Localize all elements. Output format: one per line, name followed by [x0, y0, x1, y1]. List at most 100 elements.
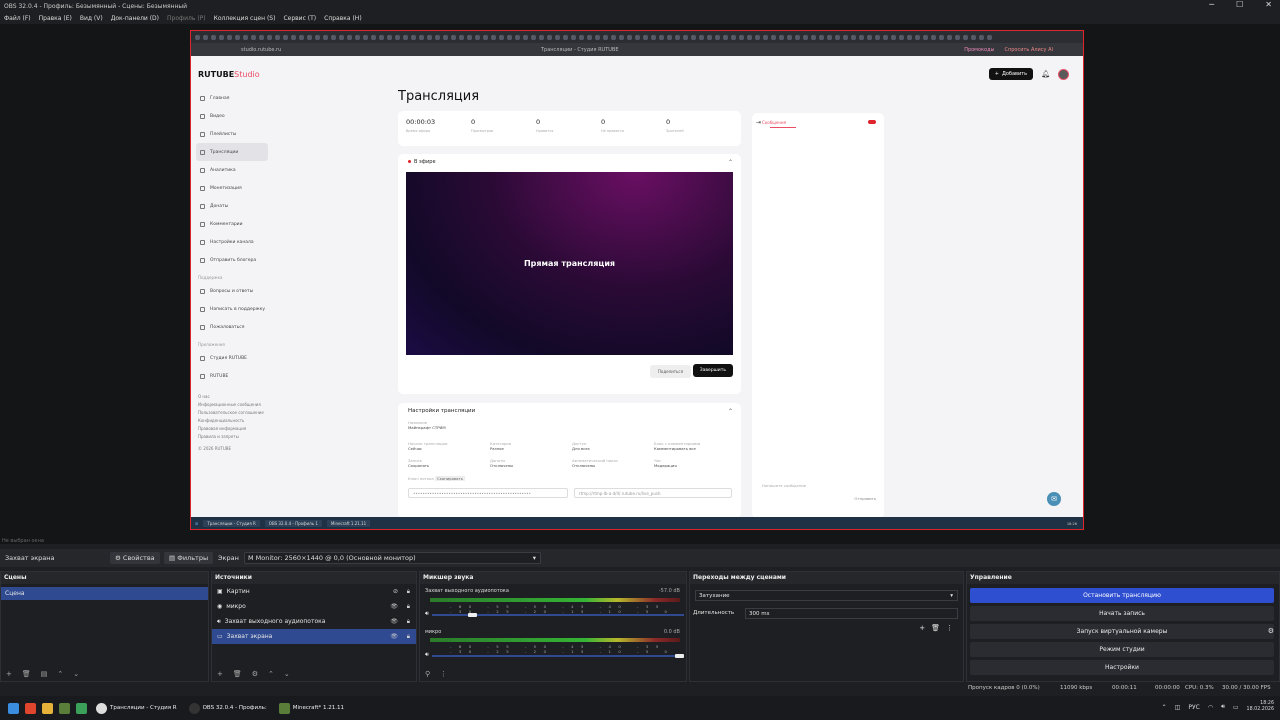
speaker-icon[interactable]: 🔊︎: [425, 651, 429, 659]
studio-mode-button[interactable]: Режим студии: [970, 642, 1274, 657]
screen-capture-source[interactable]: studio.rutube.ru Трансляции - Студия RUT…: [190, 30, 1084, 530]
network-icon[interactable]: ◫: [1175, 704, 1181, 711]
volume-slider-handle[interactable]: [468, 613, 478, 617]
gear-icon[interactable]: ⚙: [252, 670, 258, 678]
eye-icon[interactable]: 👁︎: [390, 603, 398, 610]
chevron-up-icon[interactable]: ⌃: [1162, 704, 1167, 711]
source-item[interactable]: 🔊︎ Захват выходного аудиопотока 👁︎ 🔒︎: [212, 614, 416, 629]
sidebar-item-studio-app[interactable]: Студия RUTUBE: [196, 349, 268, 367]
sidebar-item-analytics[interactable]: Аналитика: [196, 161, 268, 179]
arrow-up-icon[interactable]: ⌃: [57, 670, 63, 678]
sidebar-item-rutube-app[interactable]: RUTUBE: [196, 367, 268, 385]
rutube-logo[interactable]: RUTUBEStudio: [198, 70, 260, 79]
avatar[interactable]: [1058, 68, 1069, 80]
browser-tab-strip[interactable]: [191, 31, 1083, 43]
taskbar-item[interactable]: Трансляции - Студия R: [93, 702, 180, 714]
browser-address-bar[interactable]: studio.rutube.ru Трансляции - Студия RUT…: [191, 43, 1083, 56]
sidebar-item-video[interactable]: Видео: [196, 107, 268, 125]
speaker-icon[interactable]: 🔊︎: [425, 610, 429, 618]
trash-icon[interactable]: 🗑︎: [233, 670, 242, 678]
close-icon[interactable]: ✕: [1265, 0, 1272, 9]
trash-icon[interactable]: 🗑︎: [931, 624, 940, 632]
footer-link[interactable]: Конфиденциальность: [196, 417, 268, 425]
battery-icon[interactable]: ▭: [1233, 704, 1239, 711]
stream-key-input[interactable]: ••••••••••••••••••••••••••••••••••••••••…: [408, 488, 568, 498]
chevron-up-icon[interactable]: ⌃: [728, 159, 733, 166]
footer-link[interactable]: Информационные сообщения: [196, 401, 268, 409]
eye-icon[interactable]: 👁︎: [390, 633, 398, 640]
url-text[interactable]: studio.rutube.ru: [241, 47, 281, 53]
arrow-down-icon[interactable]: ⌄: [73, 670, 79, 678]
sidebar-item-channel-settings[interactable]: Настройки канала: [196, 233, 268, 251]
bell-icon[interactable]: 🔔︎: [1041, 70, 1050, 78]
menu-file[interactable]: Файл (F): [4, 15, 31, 22]
trash-icon[interactable]: 🗑︎: [22, 670, 31, 678]
sidebar-item-support[interactable]: Написать в поддержку: [196, 300, 268, 318]
chat-input[interactable]: Напишите сообщение: [762, 483, 806, 488]
lang-indicator[interactable]: РУС: [1188, 704, 1199, 711]
system-clock[interactable]: 18:26 18.02.2026: [1247, 701, 1274, 713]
lock-icon[interactable]: 🔒︎: [407, 618, 410, 626]
properties-button[interactable]: ⚙ Свойства: [110, 552, 160, 564]
monitor-select[interactable]: M Monitor: 2560×1440 @ 0,0 (Основной мон…: [244, 552, 541, 564]
source-item[interactable]: ◉ микро 👁︎ 🔒︎: [212, 599, 416, 614]
stop-streaming-button[interactable]: Остановить трансляцию: [970, 588, 1274, 603]
link-icon[interactable]: ⚲: [425, 670, 430, 678]
promo-link[interactable]: Промокоды: [964, 47, 994, 53]
file-explorer-icon[interactable]: [42, 702, 53, 714]
sidebar-item-monetization[interactable]: Монетизация: [196, 179, 268, 197]
collapse-chat-icon[interactable]: ⇥: [756, 119, 761, 126]
filters-button[interactable]: ▤ Фильтры: [164, 552, 214, 564]
sidebar-item-donations[interactable]: Донаты: [196, 197, 268, 215]
chat-tab-messages[interactable]: Сообщения: [762, 120, 786, 125]
menu-view[interactable]: Вид (V): [80, 15, 103, 22]
alice-link[interactable]: Спросить Алису AI: [1005, 47, 1054, 53]
menu-help[interactable]: Справка (H): [324, 15, 362, 22]
lock-icon[interactable]: 🔒︎: [407, 588, 410, 596]
maximize-icon[interactable]: ☐: [1236, 0, 1243, 9]
brave-browser-icon[interactable]: [25, 702, 36, 714]
virtual-camera-button[interactable]: Запуск виртуальной камеры: [970, 624, 1274, 639]
menu-edit[interactable]: Правка (E): [39, 15, 72, 22]
minecraft-launcher-icon[interactable]: [59, 702, 70, 714]
more-icon[interactable]: ⋮: [946, 624, 953, 632]
source-item[interactable]: ▣ Картин ⊘ 🔒︎: [212, 584, 416, 599]
sidebar-item-faq[interactable]: Вопросы и ответы: [196, 282, 268, 300]
duration-input[interactable]: 300 ms: [745, 608, 958, 619]
add-icon[interactable]: +: [919, 624, 925, 632]
taskbar-item[interactable]: Minecraft* 1.21.11: [276, 702, 347, 714]
menu-scene-collection[interactable]: Коллекция сцен (S): [214, 15, 276, 22]
share-button[interactable]: Поделиться: [649, 365, 691, 378]
volume-slider-handle[interactable]: [675, 654, 684, 658]
gear-icon[interactable]: ⚙: [1268, 627, 1274, 635]
sidebar-item-playlists[interactable]: Плейлисты: [196, 125, 268, 143]
footer-link[interactable]: О нас: [196, 393, 268, 401]
transition-select[interactable]: Затухание: [695, 590, 958, 601]
video-player[interactable]: Прямая трансляция: [406, 172, 733, 355]
volume-icon[interactable]: 🔊︎: [1221, 703, 1225, 711]
chevron-up-icon[interactable]: ⌃: [728, 408, 733, 415]
scene-item[interactable]: Сцена: [1, 587, 208, 600]
footer-link[interactable]: Пользовательское соглашение: [196, 409, 268, 417]
sidebar-item-comments[interactable]: Комментарии: [196, 215, 268, 233]
source-item[interactable]: ▭ Захват экрана 👁︎ 🔒︎: [212, 629, 416, 644]
settings-button[interactable]: Настройки: [970, 660, 1274, 675]
chat-toggle[interactable]: [868, 120, 876, 124]
start-recording-button[interactable]: Начать запись: [970, 606, 1274, 621]
wifi-icon[interactable]: ◠: [1208, 704, 1213, 711]
windows-start-icon[interactable]: [8, 702, 19, 714]
sidebar-item-home[interactable]: Главная: [196, 89, 268, 107]
add-icon[interactable]: +: [6, 670, 12, 678]
footer-link[interactable]: Правовая информация: [196, 425, 268, 433]
footer-link[interactable]: Правила и запреты: [196, 433, 268, 441]
lock-icon[interactable]: 🔒︎: [407, 603, 410, 611]
add-button[interactable]: + Добавить: [988, 68, 1034, 80]
arrow-up-icon[interactable]: ⌃: [268, 670, 274, 678]
lock-icon[interactable]: 🔒︎: [407, 633, 410, 641]
help-chat-icon[interactable]: ✉: [1047, 492, 1061, 506]
filter-icon[interactable]: ▤: [41, 670, 48, 678]
sidebar-item-streams[interactable]: Трансляции: [196, 143, 268, 161]
chat-send-button[interactable]: Отправить: [854, 496, 876, 501]
taskbar-item[interactable]: OBS 32.0.4 - Профиль:: [186, 702, 270, 714]
add-icon[interactable]: +: [217, 670, 223, 678]
